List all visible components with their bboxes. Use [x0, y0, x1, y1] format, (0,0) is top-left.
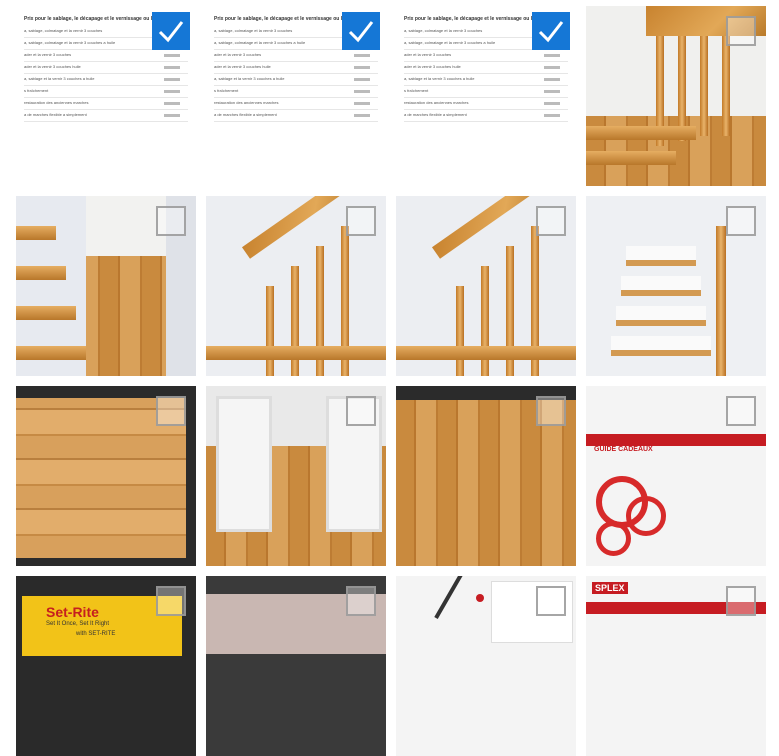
check-icon — [158, 21, 184, 43]
doc-row: a, sablage et la vernir 3 couches a huil… — [404, 74, 568, 86]
selection-checkbox[interactable] — [726, 16, 756, 46]
image-tile-5[interactable] — [16, 196, 196, 376]
selection-checkbox[interactable] — [536, 206, 566, 236]
doc-row: ader et la vernir 3 couches huile — [24, 62, 188, 74]
site-logo: SPLEX — [592, 582, 628, 594]
image-tile-4[interactable] — [586, 6, 766, 186]
doc-row: ader et la vernir 3 couches huile — [214, 62, 378, 74]
selection-checkbox[interactable] — [152, 12, 190, 50]
doc-row: ader et la vernir 3 couches — [404, 50, 568, 62]
banner-text: GUIDE CADEAUX — [594, 446, 653, 453]
selection-checkbox[interactable] — [342, 12, 380, 50]
image-tile-7[interactable] — [396, 196, 576, 376]
doc-row: ader et la vernir 3 couches huile — [404, 62, 568, 74]
selection-checkbox[interactable] — [156, 206, 186, 236]
selection-checkbox[interactable] — [156, 396, 186, 426]
doc-row: ader et la vernir 3 couches — [24, 50, 188, 62]
doc-row: ader et la vernir 3 couches — [214, 50, 378, 62]
doc-row: a de marches flexible a simplement — [404, 110, 568, 122]
doc-row: restauration des anciennes marches — [24, 98, 188, 110]
doc-row: a de marches flexible a simplement — [24, 110, 188, 122]
selection-checkbox[interactable] — [536, 396, 566, 426]
image-tile-14[interactable] — [206, 576, 386, 756]
selection-checkbox[interactable] — [726, 206, 756, 236]
doc-row: s fraîchement — [24, 86, 188, 98]
image-tile-12[interactable]: GUIDE CADEAUX — [586, 386, 766, 566]
selection-checkbox[interactable] — [536, 586, 566, 616]
selection-checkbox[interactable] — [726, 586, 756, 616]
image-tile-9[interactable] — [16, 386, 196, 566]
selection-checkbox[interactable] — [346, 206, 376, 236]
image-tile-11[interactable] — [396, 386, 576, 566]
check-icon — [538, 21, 564, 43]
doc-row: restauration des anciennes marches — [214, 98, 378, 110]
doc-row: s fraîchement — [214, 86, 378, 98]
doc-row: a de marches flexible a simplement — [214, 110, 378, 122]
image-tile-16[interactable]: SPLEX — [586, 576, 766, 756]
image-tile-1[interactable]: Prix pour le sablage, le décapage et le … — [16, 6, 196, 186]
image-tile-13[interactable]: Set-Rite Set It Once, Set It Right with … — [16, 576, 196, 756]
doc-row: s fraîchement — [404, 86, 568, 98]
doc-row: restauration des anciennes marches — [404, 98, 568, 110]
selection-checkbox[interactable] — [346, 396, 376, 426]
image-tile-10[interactable] — [206, 386, 386, 566]
image-tile-6[interactable] — [206, 196, 386, 376]
image-tile-2[interactable]: Prix pour le sablage, le décapage et le … — [206, 6, 386, 186]
selection-checkbox[interactable] — [346, 586, 376, 616]
image-grid: Prix pour le sablage, le décapage et le … — [0, 0, 779, 756]
selection-checkbox[interactable] — [156, 586, 186, 616]
selection-checkbox[interactable] — [726, 396, 756, 426]
video-subtitle-2: with SET-RITE — [76, 631, 116, 637]
video-caption: Set-Rite — [46, 604, 99, 620]
selection-checkbox[interactable] — [532, 12, 570, 50]
doc-row: a, sablage et la vernir 3 couches a huil… — [214, 74, 378, 86]
image-tile-3[interactable]: Prix pour le sablage, le décapage et le … — [396, 6, 576, 186]
video-subtitle: Set It Once, Set It Right — [46, 621, 110, 627]
image-tile-8[interactable] — [586, 196, 766, 376]
check-icon — [348, 21, 374, 43]
doc-row: a, sablage et la vernir 3 couches a huil… — [24, 74, 188, 86]
image-tile-15[interactable] — [396, 576, 576, 756]
